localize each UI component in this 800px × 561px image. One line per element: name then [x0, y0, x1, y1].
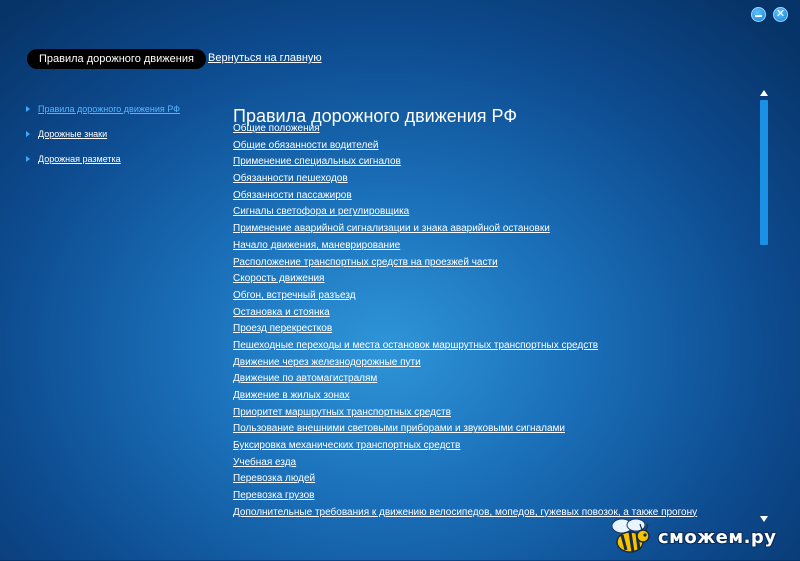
rules-list-item[interactable]: Движение по автомагистралям — [233, 371, 753, 388]
rules-list-item[interactable]: Сигналы светофора и регулировщика — [233, 204, 753, 221]
minimize-icon — [755, 15, 762, 17]
rules-list-item[interactable]: Расположение транспортных средств на про… — [233, 255, 753, 272]
home-link[interactable]: Вернуться на главную — [208, 52, 322, 64]
rules-list-item[interactable]: Движение через железнодорожные пути — [233, 355, 753, 372]
rules-list-item[interactable]: Проезд перекрестков — [233, 321, 753, 338]
rules-list-item[interactable]: Обязанности пешеходов — [233, 171, 753, 188]
rules-list-item[interactable]: Обгон, встречный разъезд — [233, 288, 753, 305]
watermark: сможем.ру — [606, 516, 796, 556]
watermark-text: сможем.ру — [658, 527, 777, 548]
rules-list-item[interactable]: Буксировка механических транспортных сре… — [233, 438, 753, 455]
rules-list-item[interactable]: Приоритет маршрутных транспортных средст… — [233, 405, 753, 422]
rules-list-item[interactable]: Применение аварийной сигнализации и знак… — [233, 221, 753, 238]
sidebar-item-label: Дорожные знаки — [38, 128, 108, 139]
rules-list-item[interactable]: Скорость движения — [233, 271, 753, 288]
close-button[interactable]: ✕ — [773, 7, 788, 22]
rules-list-item[interactable]: Общие обязанности водителей — [233, 138, 753, 155]
sidebar-item[interactable]: Дорожные знаки — [26, 127, 180, 140]
rules-list: Общие положения Общие обязанности водител… — [233, 121, 753, 522]
rules-list-item[interactable]: Пешеходные переходы и места остановок ма… — [233, 338, 753, 355]
rules-list-item[interactable]: Пользование внешними световыми приборами… — [233, 421, 753, 438]
rules-list-item[interactable]: Перевозка людей — [233, 471, 753, 488]
scrollbar-thumb[interactable] — [760, 100, 768, 245]
minimize-button[interactable] — [751, 7, 766, 22]
rules-list-item[interactable]: Начало движения, маневрирование — [233, 238, 753, 255]
rules-list-item[interactable]: Остановка и стоянка — [233, 305, 753, 322]
close-icon: ✕ — [775, 8, 786, 20]
triangle-bullet-icon — [26, 130, 30, 137]
sidebar: Правила дорожного движения РФ Дорожные зн… — [26, 102, 180, 177]
rules-list-item[interactable]: Обязанности пассажиров — [233, 188, 753, 205]
rules-list-item[interactable]: Перевозка грузов — [233, 488, 753, 505]
bee-logo-icon — [611, 518, 650, 553]
rules-list-item[interactable]: Движение в жилых зонах — [233, 388, 753, 405]
triangle-bullet-icon — [26, 105, 30, 112]
sidebar-item[interactable]: Правила дорожного движения РФ — [26, 102, 180, 115]
scroll-up-arrow-icon[interactable] — [760, 90, 768, 96]
scrollbar-track[interactable] — [760, 100, 768, 508]
rules-list-item[interactable]: Общие положения — [233, 121, 753, 138]
sidebar-item-label: Правила дорожного движения РФ — [38, 103, 181, 114]
sidebar-item[interactable]: Дорожная разметка — [26, 152, 180, 165]
rules-list-item[interactable]: Применение специальных сигналов — [233, 154, 753, 171]
rules-list-item[interactable]: Учебная езда — [233, 455, 753, 472]
sidebar-item-label: Дорожная разметка — [38, 153, 121, 164]
header-tab-rules[interactable]: Правила дорожного движения — [27, 49, 206, 69]
triangle-bullet-icon — [26, 155, 30, 162]
